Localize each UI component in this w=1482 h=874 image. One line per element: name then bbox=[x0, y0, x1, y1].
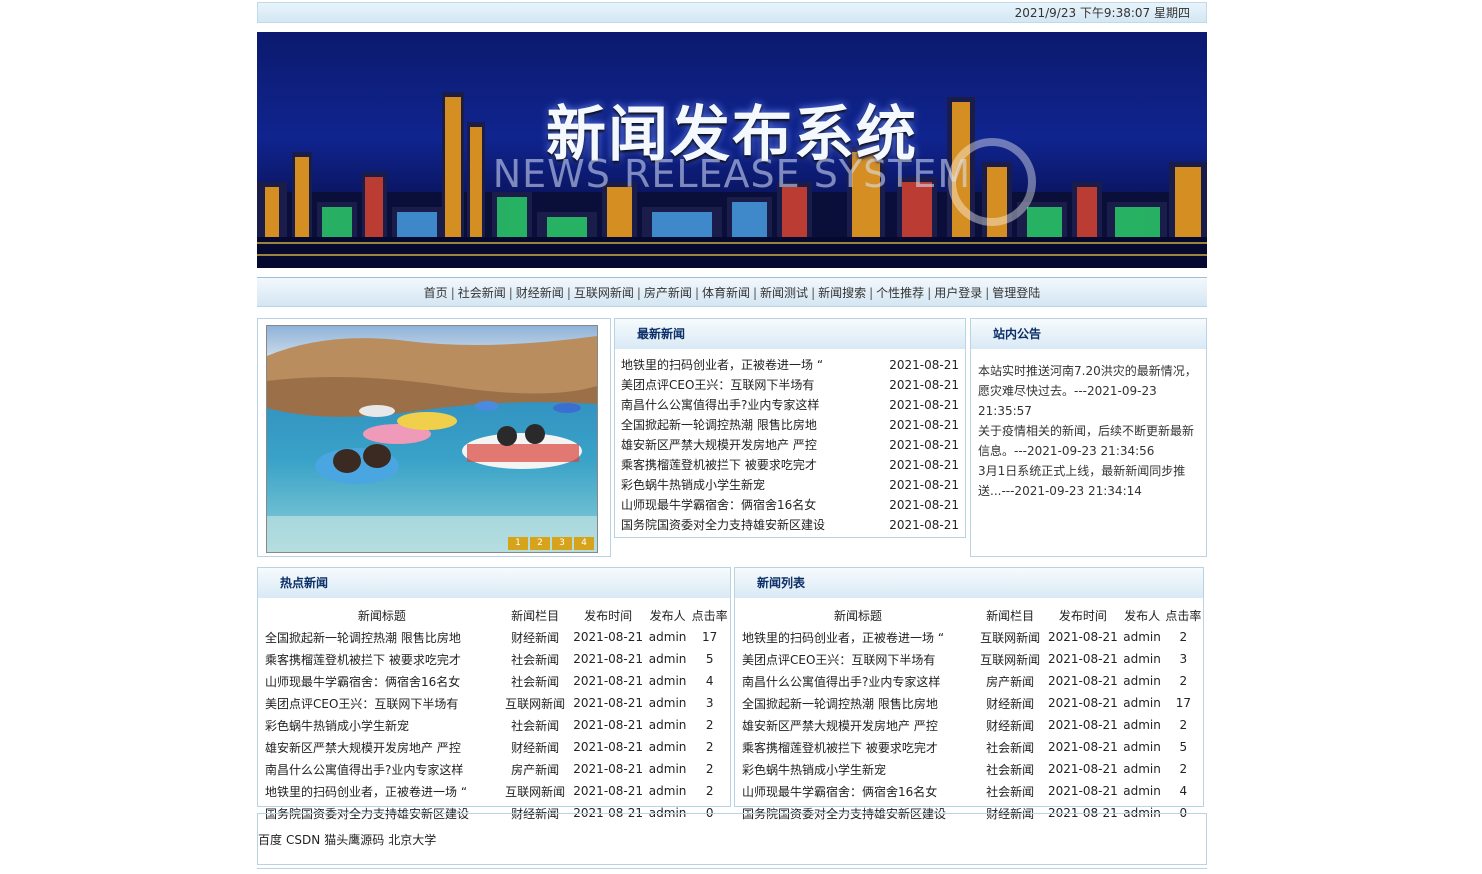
list-item[interactable]: 全国掀起新一轮调控热潮 限售比房地 2021-08-21 bbox=[621, 415, 959, 435]
footer-links: 百度 CSDN 猫头鹰源码 北京大学 bbox=[257, 813, 1207, 865]
announcement-item: 本站实时推送河南7.20洪灾的最新情况，愿灾难尽快过去。---2021-09-2… bbox=[978, 364, 1197, 418]
datetime-text: 2021/9/23 下午9:38:07 星期四 bbox=[1014, 6, 1190, 20]
list-item[interactable]: 南昌什么公寓值得出手?业内专家这样 2021-08-21 bbox=[621, 395, 959, 415]
list-item[interactable]: 地铁里的扫码创业者，正被卷进一场 “2021-08-21 bbox=[621, 355, 959, 375]
footer-link-baidu[interactable]: 百度 bbox=[258, 833, 282, 847]
main-navigation: 首页 | 社会新闻 | 财经新闻 | 互联网新闻 | 房产新闻 | 体育新闻 | 新闻测试 | 新闻搜索 | 个… bbox=[257, 277, 1207, 307]
nav-item-recommend[interactable]: 个性推荐 bbox=[876, 286, 924, 300]
hot-news-panel: 热点新闻 新闻标题 新闻栏目 发布时间 发布人 点击率 全国掀起新一轮调控热潮 … bbox=[257, 567, 731, 821]
table-row: 南昌什么公寓值得出手?业内专家这样 房产新闻 2021-08-21 admin 2 bbox=[265, 762, 714, 777]
table-row: 雄安新区严禁大规模开发房地产 严控 财经新闻 2021-08-21 admin 2 bbox=[742, 718, 1188, 733]
table-row: 彩色蜗牛热销成小学生新宠 社会新闻 2021-08-21 admin 2 bbox=[742, 762, 1188, 777]
announcement-heading: 站内公告 bbox=[971, 319, 1206, 349]
table-row: 美团点评CEO王兴：互联网下半场有 互联网新闻 2021-08-21 admin 3 bbox=[265, 696, 714, 711]
table-row: 地铁里的扫码创业者，正被卷进一场 “互联网新闻 2021-08-21 admin 2 bbox=[265, 784, 714, 799]
bottom-divider bbox=[257, 868, 1207, 869]
list-item[interactable]: 彩色蜗牛热销成小学生新宠 2021-08-21 bbox=[621, 475, 959, 495]
slider-image[interactable] bbox=[266, 325, 598, 553]
nav-item-user-login[interactable]: 用户登录 bbox=[934, 286, 982, 300]
table-row: 全国掀起新一轮调控热潮 限售比房地 财经新闻 2021-08-21 admin 17 bbox=[742, 696, 1191, 711]
list-item[interactable]: 山师现最牛学霸宿舍：俩宿舍16名女 2021-08-21 bbox=[621, 495, 959, 515]
news-list-panel: 新闻列表 新闻标题 新闻栏目 发布时间 发布人 点击率 地铁里的扫码创业者，正被… bbox=[734, 567, 1204, 821]
table-row: 山师现最牛学霸宿舍：俩宿舍16名女 社会新闻 2021-08-21 admin 4 bbox=[742, 784, 1188, 799]
nav-item-internet[interactable]: 互联网新闻 bbox=[574, 286, 634, 300]
hot-news-table: 新闻标题 新闻栏目 发布时间 发布人 点击率 全国掀起新一轮调控热潮 限售比房地… bbox=[264, 604, 730, 824]
latest-news-panel: 最新新闻 地铁里的扫码创业者，正被卷进一场 “2021-08-21 美团点评CE… bbox=[614, 318, 966, 538]
nav-item-social[interactable]: 社会新闻 bbox=[458, 286, 506, 300]
table-row: 雄安新区严禁大规模开发房地产 严控 财经新闻 2021-08-21 admin 2 bbox=[265, 740, 714, 755]
slider-dot-3[interactable]: 3 bbox=[552, 537, 572, 550]
footer-link-csdn[interactable]: CSDN bbox=[286, 833, 320, 847]
table-row: 地铁里的扫码创业者，正被卷进一场 “互联网新闻 2021-08-21 admin 2 bbox=[742, 630, 1188, 645]
datetime-bar: 2021/9/23 下午9:38:07 星期四 bbox=[257, 2, 1207, 23]
list-item[interactable]: 国务院国资委对全力支持雄安新区建设 2021-08-21 bbox=[621, 515, 959, 535]
latest-news-list: 地铁里的扫码创业者，正被卷进一场 “2021-08-21 美团点评CEO王兴：互… bbox=[615, 355, 965, 535]
news-list-heading: 新闻列表 bbox=[735, 568, 1203, 598]
latest-news-heading: 最新新闻 bbox=[615, 319, 965, 349]
slider-dot-4[interactable]: 4 bbox=[574, 537, 594, 550]
announcement-item: 关于疫情相关的新闻，后续不断更新最新信息。---2021-09-23 21:34… bbox=[978, 424, 1195, 458]
footer-link-maotouying[interactable]: 猫头鹰源码 bbox=[324, 833, 384, 847]
list-item[interactable]: 美团点评CEO王兴：互联网下半场有 2021-08-21 bbox=[621, 375, 959, 395]
nav-item-finance[interactable]: 财经新闻 bbox=[516, 286, 564, 300]
table-row: 乘客携榴莲登机被拦下 被要求吃完才 社会新闻 2021-08-21 admin 5 bbox=[265, 652, 714, 667]
nav-item-admin-login[interactable]: 管理登陆 bbox=[992, 286, 1040, 300]
nav-item-sports[interactable]: 体育新闻 bbox=[702, 286, 750, 300]
slider-dot-2[interactable]: 2 bbox=[530, 537, 550, 550]
nav-item-realestate[interactable]: 房产新闻 bbox=[644, 286, 692, 300]
news-list-table: 新闻标题 新闻栏目 发布时间 发布人 点击率 地铁里的扫码创业者，正被卷进一场 … bbox=[741, 604, 1203, 824]
nav-item-search[interactable]: 新闻搜索 bbox=[818, 286, 866, 300]
table-header: 新闻标题 新闻栏目 发布时间 发布人 点击率 bbox=[833, 608, 1202, 623]
hot-news-heading: 热点新闻 bbox=[258, 568, 730, 598]
announcement-panel: 站内公告 本站实时推送河南7.20洪灾的最新情况，愿灾难尽快过去。---2021… bbox=[970, 318, 1207, 557]
announcement-body: 本站实时推送河南7.20洪灾的最新情况，愿灾难尽快过去。---2021-09-2… bbox=[971, 349, 1206, 501]
nav-item-test[interactable]: 新闻测试 bbox=[760, 286, 808, 300]
table-row: 乘客携榴莲登机被拦下 被要求吃完才 社会新闻 2021-08-21 admin 5 bbox=[742, 740, 1188, 755]
slider-pagination: 1 2 3 4 bbox=[508, 537, 594, 550]
table-row: 南昌什么公寓值得出手?业内专家这样 房产新闻 2021-08-21 admin 2 bbox=[742, 674, 1188, 689]
announcement-item: 3月1日系统正式上线，最新新闻同步推送...---2021-09-23 21:3… bbox=[978, 464, 1186, 498]
header-banner: 新闻发布系统 NEWS RELEASE SYSTEM bbox=[257, 32, 1207, 268]
nav-item-home[interactable]: 首页 bbox=[424, 286, 448, 300]
table-row: 全国掀起新一轮调控热潮 限售比房地 财经新闻 2021-08-21 admin 17 bbox=[265, 630, 718, 645]
footer-link-pku[interactable]: 北京大学 bbox=[388, 833, 436, 847]
table-row: 彩色蜗牛热销成小学生新宠 社会新闻 2021-08-21 admin 2 bbox=[265, 718, 714, 733]
slider-dot-1[interactable]: 1 bbox=[508, 537, 528, 550]
table-row: 美团点评CEO王兴：互联网下半场有 互联网新闻 2021-08-21 admin 3 bbox=[742, 652, 1188, 667]
list-item[interactable]: 乘客携榴莲登机被拦下 被要求吃完才 2021-08-21 bbox=[621, 455, 959, 475]
photo-slider: 1 2 3 4 bbox=[257, 318, 611, 557]
list-item[interactable]: 雄安新区严禁大规模开发房地产 严控 2021-08-21 bbox=[621, 435, 959, 455]
table-row: 山师现最牛学霸宿舍：俩宿舍16名女 社会新闻 2021-08-21 admin 4 bbox=[265, 674, 714, 689]
table-header: 新闻标题 新闻栏目 发布时间 发布人 点击率 bbox=[357, 608, 728, 623]
banner-subtitle: NEWS RELEASE SYSTEM bbox=[492, 152, 972, 196]
